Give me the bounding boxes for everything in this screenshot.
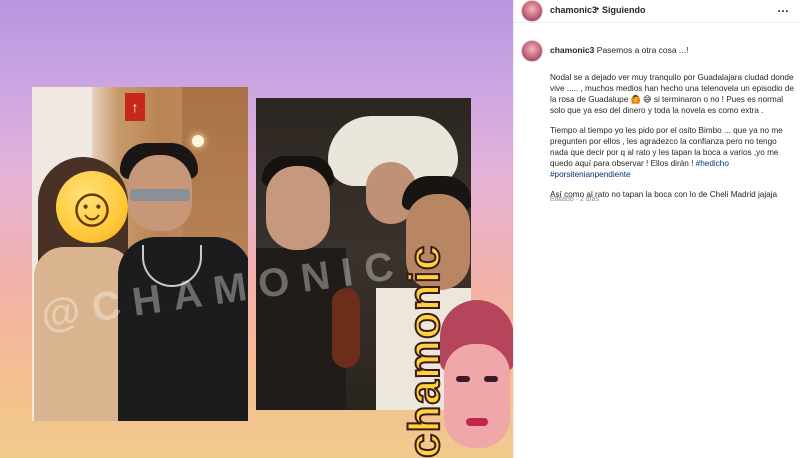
exit-sign: ↑ [125,93,145,121]
caption-body: Nodal se a dejado ver muy tranquilo por … [550,72,794,209]
hashtag-link[interactable]: #hedicho [696,159,729,168]
violin [332,288,360,368]
more-options-icon[interactable]: … [777,2,790,14]
ceiling-lamp [192,135,204,147]
header-username[interactable]: chamonic3 [550,5,597,15]
man-face-right [266,166,330,250]
cartoon-eye [484,376,498,382]
smiley-emoji-icon: ☺ [56,171,128,243]
caption-avatar[interactable] [521,40,543,62]
following-button[interactable]: Siguiendo [602,5,646,15]
photo-left: ↑ [32,87,248,421]
post-media[interactable]: ↑ ☺ @CHAMONIC chamonic [0,0,513,458]
cartoon-lips [466,418,488,426]
edited-timestamp: Editado · 2 días [550,196,600,203]
sunglasses [130,189,190,201]
brand-logo-text: chamonic [399,244,450,458]
hashtag-link[interactable]: #porsitenianpendiente [550,170,631,179]
caption-paragraph: Nodal se a dejado ver muy tranquilo por … [550,73,794,115]
header-separator: • [596,4,600,14]
caption-first-line: Pasemos a otra cosa ...! [596,45,689,55]
caption-text: Tiempo al tiempo yo les pido por el osit… [550,126,783,168]
caption-header: chamonic3 Pasemos a otra cosa ...! [550,45,790,56]
post-header: chamonic3 • Siguiendo … [514,0,800,23]
caption-paragraph: Tiempo al tiempo yo les pido por el osit… [550,125,794,180]
post-panel: chamonic3 • Siguiendo … chamonic3 Pasemo… [513,0,800,458]
avatar[interactable] [521,0,543,22]
caption-username[interactable]: chamonic3 [550,45,594,55]
